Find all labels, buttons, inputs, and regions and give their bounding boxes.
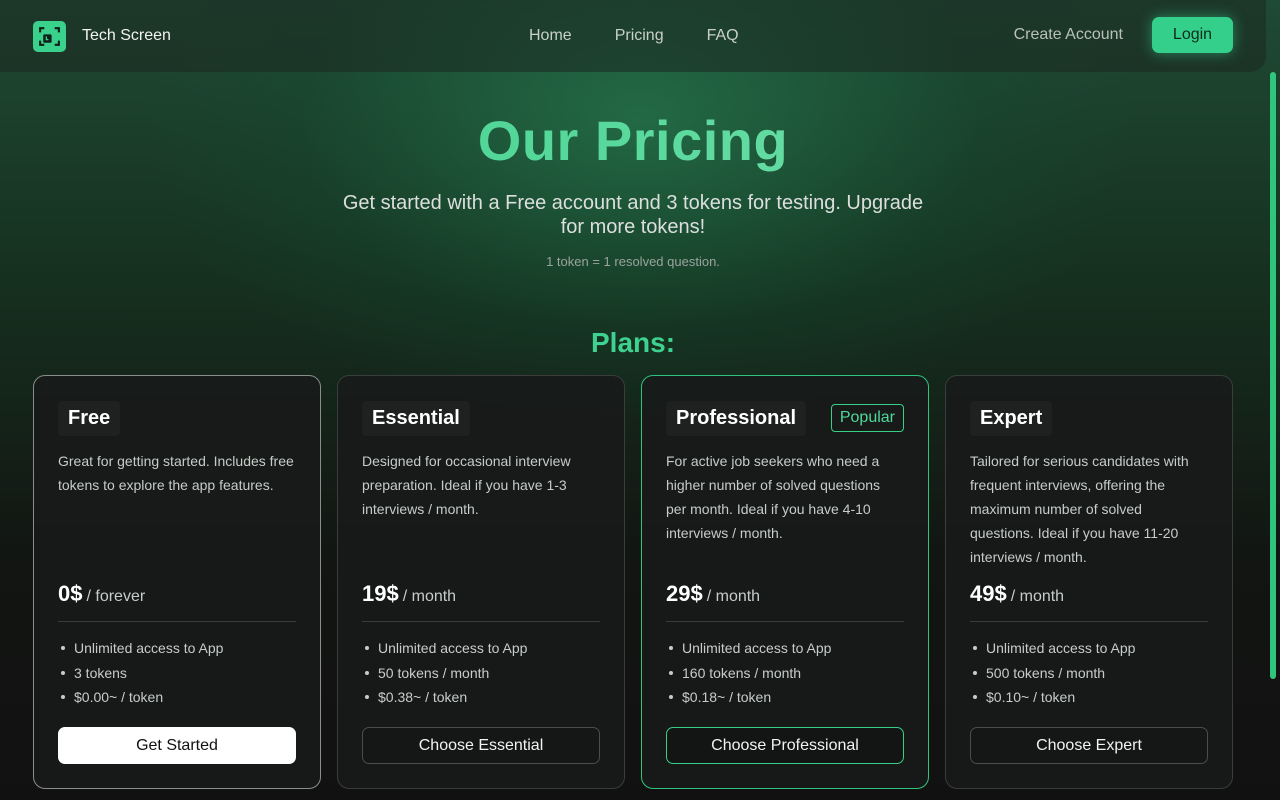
- plan-price: 29$ / month: [666, 581, 904, 607]
- scrollbar-thumb[interactable]: [1270, 72, 1276, 679]
- plan-name: Essential: [362, 400, 470, 436]
- create-account-link[interactable]: Create Account: [1014, 26, 1123, 44]
- hero-subtitle: Get started with a Free account and 3 to…: [342, 192, 924, 238]
- price-period: / month: [706, 588, 761, 605]
- plan-card-free: Free Great for getting started. Includes…: [33, 375, 321, 789]
- nav-link-faq[interactable]: FAQ: [707, 27, 739, 45]
- feature-item: 500 tokens / month: [970, 661, 1208, 686]
- popular-badge: Popular: [830, 404, 904, 432]
- feature-list: Unlimited access to App 160 tokens / mon…: [666, 636, 904, 710]
- brand-name: Tech Screen: [82, 27, 171, 44]
- price-period: / month: [402, 588, 457, 605]
- price-period: / forever: [86, 588, 146, 605]
- page-title: Our Pricing: [0, 108, 1266, 173]
- feature-item: 3 tokens: [58, 661, 296, 686]
- plan-description: For active job seekers who need a higher…: [666, 453, 881, 541]
- feature-item: $0.18~ / token: [666, 685, 904, 710]
- plan-card-essential: Essential Designed for occasional interv…: [337, 375, 625, 789]
- login-button[interactable]: Login: [1152, 17, 1233, 53]
- feature-item: $0.00~ / token: [58, 685, 296, 710]
- plan-header: Essential: [362, 376, 600, 460]
- plan-description: Great for getting started. Includes free…: [58, 453, 294, 493]
- plan-price: 0$ / forever: [58, 581, 296, 607]
- plan-description: Tailored for serious candidates with fre…: [970, 453, 1189, 565]
- divider: [362, 621, 600, 622]
- feature-item: $0.38~ / token: [362, 685, 600, 710]
- divider: [666, 621, 904, 622]
- feature-item: 160 tokens / month: [666, 661, 904, 686]
- divider: [970, 621, 1208, 622]
- plan-price: 19$ / month: [362, 581, 600, 607]
- screen-capture-icon: [33, 20, 66, 52]
- feature-item: Unlimited access to App: [666, 636, 904, 661]
- auth-actions: Create Account Login: [1014, 17, 1233, 53]
- plan-header: Expert: [970, 376, 1208, 460]
- feature-list: Unlimited access to App 50 tokens / mont…: [362, 636, 600, 710]
- feature-list: Unlimited access to App 500 tokens / mon…: [970, 636, 1208, 710]
- plan-card-professional: Professional Popular For active job seek…: [641, 375, 929, 789]
- feature-item: $0.10~ / token: [970, 685, 1208, 710]
- brand[interactable]: Tech Screen: [33, 20, 171, 52]
- divider: [58, 621, 296, 622]
- feature-list: Unlimited access to App 3 tokens $0.00~ …: [58, 636, 296, 710]
- choose-professional-button[interactable]: Choose Professional: [666, 727, 904, 764]
- plan-name: Free: [58, 400, 121, 436]
- price-value: 29$: [666, 581, 703, 606]
- token-note: 1 token = 1 resolved question.: [546, 254, 720, 269]
- main-nav: Home Pricing FAQ: [529, 0, 739, 72]
- plan-price: 49$ / month: [970, 581, 1208, 607]
- plans-heading: Plans:: [590, 327, 676, 358]
- choose-essential-button[interactable]: Choose Essential: [362, 727, 600, 764]
- pricing-cards: Free Great for getting started. Includes…: [33, 375, 1233, 789]
- feature-item: Unlimited access to App: [362, 636, 600, 661]
- choose-expert-button[interactable]: Choose Expert: [970, 727, 1208, 764]
- price-value: 0$: [58, 581, 83, 606]
- plan-header: Professional Popular: [666, 376, 904, 460]
- plan-name: Expert: [970, 400, 1053, 436]
- nav-link-home[interactable]: Home: [529, 27, 572, 45]
- price-value: 19$: [362, 581, 399, 606]
- plan-card-expert: Expert Tailored for serious candidates w…: [945, 375, 1233, 789]
- top-navbar: Tech Screen Home Pricing FAQ Create Acco…: [0, 0, 1266, 72]
- price-value: 49$: [970, 581, 1007, 606]
- plan-header: Free: [58, 376, 296, 460]
- get-started-button[interactable]: Get Started: [58, 727, 296, 764]
- nav-link-pricing[interactable]: Pricing: [615, 27, 664, 45]
- plan-name: Professional: [666, 400, 807, 436]
- feature-item: Unlimited access to App: [970, 636, 1208, 661]
- plan-description: Designed for occasional interview prepar…: [362, 453, 571, 517]
- feature-item: 50 tokens / month: [362, 661, 600, 686]
- price-period: / month: [1010, 588, 1065, 605]
- hero-section: Our Pricing Get started with a Free acco…: [0, 108, 1266, 269]
- feature-item: Unlimited access to App: [58, 636, 296, 661]
